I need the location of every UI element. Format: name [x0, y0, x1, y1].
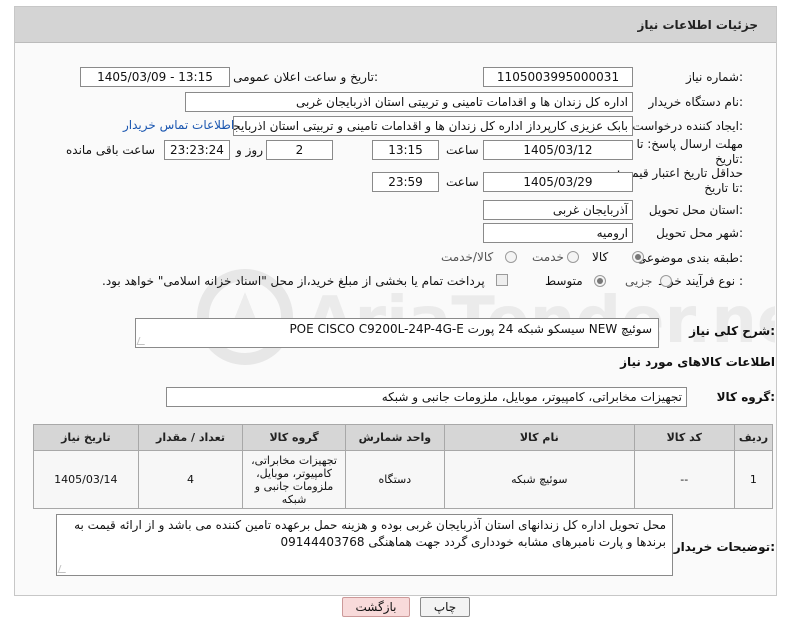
resize-grip-icon[interactable] — [136, 337, 148, 345]
col-qty: تعداد / مقدار — [137, 424, 244, 451]
treasury-checkbox[interactable] — [496, 274, 508, 286]
need-number-label: شماره نیاز: — [685, 70, 743, 84]
buyer-org-label: نام دستگاه خریدار: — [648, 95, 744, 109]
process-option-medium: متوسط — [545, 274, 583, 288]
goods-group-label: گروه کالا: — [716, 390, 775, 404]
delivery-province-value: آذربایجان غربی — [483, 200, 633, 220]
description-text: سوئیچ NEW سیسکو شبکه 24 پورت POE CISCO C… — [289, 322, 652, 336]
back-button[interactable]: بازگشت — [342, 597, 410, 617]
table-row: 1 -- سوئیچ شبکه دستگاه تجهیزات مخابراتی،… — [33, 450, 774, 509]
description-label: شرح کلی نیاز: — [689, 324, 775, 338]
delivery-province-label: استان محل تحویل: — [648, 203, 743, 217]
cell-code: -- — [633, 450, 735, 509]
process-radio-minor[interactable] — [660, 275, 672, 287]
col-name: نام کالا — [443, 424, 635, 451]
price-validity-date: 1405/03/29 — [483, 172, 633, 192]
category-radio-service[interactable] — [567, 251, 579, 263]
delivery-city-label: شهر محل تحویل: — [656, 226, 743, 240]
reply-deadline-date: 1405/03/12 — [483, 140, 633, 160]
buyer-notes-text: محل تحویل اداره کل زندانهای استان آذربای… — [74, 518, 666, 549]
col-group: گروه کالا — [242, 424, 346, 451]
buyer-contact-link[interactable]: اطلاعات تماس خریدار — [123, 118, 234, 132]
buyer-notes-label: توضیحات خریدار: — [673, 540, 775, 554]
description-textarea[interactable]: سوئیچ NEW سیسکو شبکه 24 پورت POE CISCO C… — [135, 318, 659, 348]
reply-deadline-time: 13:15 — [372, 140, 439, 160]
cell-group: تجهیزات مخابراتی، کامپیوتر، موبایل، ملزو… — [242, 450, 346, 509]
requester-value: بابک عزیزی کارپرداز اداره کل زندان ها و … — [233, 116, 633, 136]
panel-header: جزئیات اطلاعات نیاز — [15, 7, 776, 43]
cell-name: سوئیچ شبکه — [443, 450, 635, 509]
reply-deadline-time-label: ساعت — [446, 143, 479, 157]
category-option-goods-service: کالا/خدمت — [441, 250, 494, 264]
process-radio-medium[interactable] — [594, 275, 606, 287]
print-button[interactable]: چاپ — [420, 597, 470, 617]
requester-label: ایجاد کننده درخواست: — [632, 119, 743, 133]
category-radio-goods[interactable] — [632, 251, 644, 263]
delivery-city-value: ارومیه — [483, 223, 633, 243]
process-option-minor: جزیی — [625, 274, 653, 288]
category-label: طبقه بندی موضوعی: — [636, 251, 743, 265]
buyer-notes-textarea[interactable]: محل تحویل اداره کل زندانهای استان آذربای… — [56, 514, 673, 576]
cell-date: 1405/03/14 — [33, 450, 139, 509]
buyer-org-value: اداره کل زندان ها و اقدامات تامینی و ترب… — [185, 92, 633, 112]
treasury-note: پرداخت تمام یا بخشی از مبلغ خرید،از محل … — [102, 274, 485, 288]
col-row: ردیف — [733, 424, 774, 451]
reply-deadline-label: مهلت ارسال پاسخ: تا تاریخ: — [636, 137, 743, 166]
col-code: کد کالا — [633, 424, 735, 451]
reply-deadline-remaining: 23:23:24 — [164, 140, 230, 160]
col-unit: واحد شمارش — [344, 424, 445, 451]
category-option-service: خدمت — [532, 250, 564, 264]
reply-deadline-days: 2 — [266, 140, 333, 160]
reply-deadline-days-label: روز و — [236, 143, 263, 157]
col-date: تاریخ نیاز — [33, 424, 139, 451]
panel-title: جزئیات اطلاعات نیاز — [637, 18, 758, 32]
goods-group-value: تجهیزات مخابراتی، کامپیوتر، موبایل، ملزو… — [166, 387, 687, 407]
announce-datetime-value: 1405/03/09 - 13:15 — [80, 67, 230, 87]
goods-table: ردیف کد کالا نام کالا واحد شمارش گروه کا… — [33, 424, 774, 509]
cell-qty: 4 — [137, 450, 244, 509]
cell-unit: دستگاه — [344, 450, 445, 509]
cell-row: 1 — [733, 450, 774, 509]
resize-grip-icon[interactable] — [57, 565, 69, 573]
category-radio-goods-service[interactable] — [505, 251, 517, 263]
category-option-goods: کالا — [592, 250, 609, 264]
announce-datetime-label: تاریخ و ساعت اعلان عمومی: — [233, 70, 378, 84]
price-validity-time: 23:59 — [372, 172, 439, 192]
goods-info-title: اطلاعات کالاهای مورد نیاز — [620, 355, 775, 369]
reply-deadline-remaining-label: ساعت باقی مانده — [66, 143, 156, 157]
need-number-value: 1105003995000031 — [483, 67, 633, 87]
price-validity-time-label: ساعت — [446, 175, 479, 189]
table-header-row: ردیف کد کالا نام کالا واحد شمارش گروه کا… — [33, 424, 774, 451]
